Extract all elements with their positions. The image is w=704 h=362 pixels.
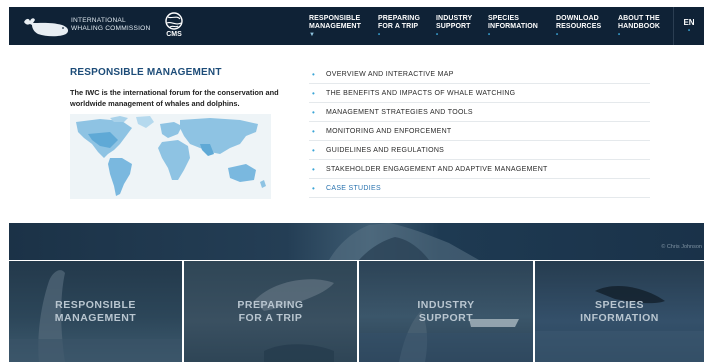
menu-item-label: THE BENEFITS AND IMPACTS OF WHALE WATCHI… [326, 89, 516, 97]
nav-label-line2: SUPPORT [436, 23, 471, 30]
tile-label-line1: INDUSTRY [417, 298, 475, 311]
menu-item-case-studies[interactable]: • CASE STUDIES [309, 179, 650, 198]
caret-down-icon: ▼ [309, 32, 316, 38]
bullet-icon: • [312, 69, 316, 79]
nav-preparing-for-a-trip[interactable]: PREPARING FOR A TRIP • [378, 15, 420, 39]
tile-label-line2: SUPPORT [418, 311, 474, 324]
language-selector[interactable]: EN • [673, 7, 704, 45]
hero-image-band: © Chris Johnson [9, 223, 704, 260]
menu-item-label: MANAGEMENT STRATEGIES AND TOOLS [326, 108, 473, 116]
org-name-line2: WHALING COMMISSION [71, 25, 151, 32]
organization-name[interactable]: INTERNATIONAL WHALING COMMISSION [71, 17, 150, 33]
menu-item-label: GUIDELINES AND REGULATIONS [326, 146, 445, 154]
world-map-image[interactable] [70, 114, 271, 199]
nav-label-line1: INDUSTRY [436, 15, 473, 22]
panel-description: The IWC is the international forum for t… [70, 88, 279, 108]
menu-item-guidelines[interactable]: • GUIDELINES AND REGULATIONS [309, 141, 650, 160]
dot-icon: • [488, 32, 491, 38]
bullet-icon: • [312, 88, 316, 98]
bullet-icon: • [312, 183, 316, 193]
nav-label-line1: PREPARING [378, 15, 420, 22]
nav-label-line1: DOWNLOAD [556, 15, 599, 22]
top-navigation-bar: INTERNATIONAL WHALING COMMISSION CMS RES… [9, 7, 704, 45]
tile-preparing-for-a-trip[interactable]: PREPARING FOR A TRIP [184, 261, 357, 362]
menu-item-label: STAKEHOLDER ENGAGEMENT AND ADAPTIVE MANA… [326, 165, 548, 173]
bullet-icon: • [312, 107, 316, 117]
tile-label-line1: SPECIES [594, 298, 644, 311]
menu-item-monitoring[interactable]: • MONITORING AND ENFORCEMENT [309, 122, 650, 141]
menu-item-stakeholder[interactable]: • STAKEHOLDER ENGAGEMENT AND ADAPTIVE MAN… [309, 160, 650, 179]
dot-icon: • [378, 32, 381, 38]
cms-label: CMS [166, 31, 182, 38]
org-name-line1: INTERNATIONAL [71, 17, 126, 24]
tile-label: RESPONSIBLE MANAGEMENT [55, 299, 136, 325]
globe-icon [165, 12, 183, 30]
nav-label-line2: HANDBOOK [618, 23, 661, 30]
menu-item-label: MONITORING AND ENFORCEMENT [326, 127, 452, 135]
nav-download-resources[interactable]: DOWNLOAD RESOURCES • [556, 15, 601, 39]
menu-item-management-strategies[interactable]: • MANAGEMENT STRATEGIES AND TOOLS [309, 103, 650, 122]
tile-label-line2: INFORMATION [580, 311, 659, 324]
whale-logo-icon[interactable] [22, 14, 74, 40]
tile-label: INDUSTRY SUPPORT [417, 299, 474, 325]
nav-responsible-management[interactable]: RESPONSIBLE MANAGEMENT ▼ [309, 15, 361, 39]
dot-icon: • [436, 32, 439, 38]
menu-item-benefits-impacts[interactable]: • THE BENEFITS AND IMPACTS OF WHALE WATCH… [309, 84, 650, 103]
dot-icon: • [687, 27, 691, 34]
menu-item-overview[interactable]: • OVERVIEW AND INTERACTIVE MAP [309, 65, 650, 84]
menu-item-label: CASE STUDIES [326, 184, 381, 192]
feature-tiles: RESPONSIBLE MANAGEMENT PREPARING FOR A T… [9, 261, 704, 362]
tile-label: PREPARING FOR A TRIP [237, 299, 303, 325]
bullet-icon: • [312, 126, 316, 136]
tile-label-line2: MANAGEMENT [54, 311, 137, 324]
nav-label-line1: RESPONSIBLE [309, 15, 361, 22]
mega-menu-panel: RESPONSIBLE MANAGEMENT The IWC is the in… [9, 45, 704, 223]
nav-species-information[interactable]: SPECIES INFORMATION • [488, 15, 538, 39]
tile-label-line1: RESPONSIBLE [55, 298, 136, 311]
tile-species-information[interactable]: SPECIES INFORMATION [535, 261, 704, 362]
language-label: EN [683, 17, 695, 27]
bullet-icon: • [312, 164, 316, 174]
nav-about-the-handbook[interactable]: ABOUT THE HANDBOOK • [618, 15, 660, 39]
nav-industry-support[interactable]: INDUSTRY SUPPORT • [436, 15, 472, 39]
panel-title: RESPONSIBLE MANAGEMENT [70, 67, 222, 78]
nav-label-line1: SPECIES [488, 15, 520, 22]
dot-icon: • [556, 32, 559, 38]
nav-label-line2: RESOURCES [556, 23, 602, 30]
tile-responsible-management[interactable]: RESPONSIBLE MANAGEMENT [9, 261, 182, 362]
photo-credit: © Chris Johnson [661, 244, 702, 250]
nav-label-line2: MANAGEMENT [309, 23, 361, 30]
tile-label-line1: PREPARING [237, 298, 304, 311]
whale-tail-image [329, 223, 479, 260]
nav-label-line2: INFORMATION [488, 23, 538, 30]
tile-label-line2: FOR A TRIP [238, 311, 303, 324]
submenu-list: • OVERVIEW AND INTERACTIVE MAP • THE BENEF… [309, 65, 650, 198]
menu-item-label: OVERVIEW AND INTERACTIVE MAP [326, 70, 454, 78]
tile-label: SPECIES INFORMATION [580, 299, 659, 325]
tile-industry-support[interactable]: INDUSTRY SUPPORT [359, 261, 533, 362]
dot-icon: • [618, 32, 621, 38]
nav-label-line2: FOR A TRIP [378, 23, 419, 30]
bullet-icon: • [312, 145, 316, 155]
nav-label-line1: ABOUT THE [618, 15, 660, 22]
cms-partner-logo[interactable]: CMS [161, 11, 187, 41]
